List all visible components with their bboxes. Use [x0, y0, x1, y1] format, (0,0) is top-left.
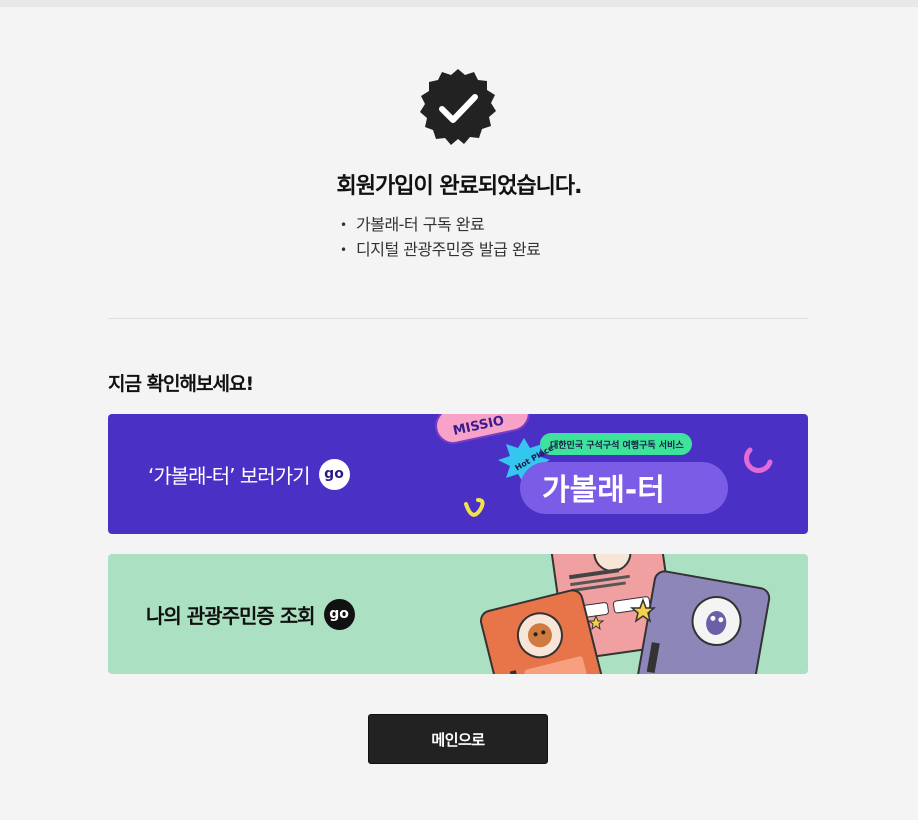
verified-check-icon: [420, 69, 496, 145]
section-title: 지금 확인해보세요!: [108, 373, 254, 395]
page-title: 회원가입이 완료되었습니다.: [336, 174, 583, 199]
completion-item: 디지털 관광주민증 발급 완료: [340, 237, 541, 262]
signup-complete-page: 회원가입이 완료되었습니다. 가볼래-터 구독 완료 디지털 관광주민증 발급 …: [0, 0, 918, 820]
completion-item: 가볼래-터 구독 완료: [340, 212, 540, 237]
banner-label: 나의 관광주민증 조회: [146, 603, 316, 628]
squiggle-decoration: [464, 498, 485, 517]
mission-sticker: MISSIO: [435, 414, 530, 444]
completion-list: 가볼래-터 구독 완료 디지털 관광주민증 발급 완료: [340, 212, 541, 262]
resident-card-link[interactable]: 나의 관광주민증 조회 go: [146, 554, 355, 674]
arc-decoration: [744, 447, 773, 473]
resident-card-banner[interactable]: 나의 관광주민증 조회 go: [108, 554, 808, 674]
go-icon: go: [318, 458, 350, 490]
svg-text:대한민국 구석구석 여행구독 서비스: 대한민국 구석구석 여행구독 서비스: [550, 439, 684, 451]
resident-cards-illustration: [479, 554, 771, 674]
main-button[interactable]: 메인으로: [368, 714, 548, 764]
top-border: [0, 0, 918, 7]
gabollaeter-banner[interactable]: ‘가볼래-터’ 보러가기 go MISSIO 대한민국 구석구석 여행구독 서비…: [108, 414, 808, 534]
banner-label: ‘가볼래-터’ 보러가기: [148, 463, 310, 488]
gabollaeter-link[interactable]: ‘가볼래-터’ 보러가기 go: [148, 414, 350, 534]
svg-text:가볼래-터: 가볼래-터: [542, 473, 665, 508]
divider: [108, 318, 808, 319]
gabollaeter-illustration: MISSIO 대한민국 구석구석 여행구독 서비스 Hot Place 가볼래-…: [435, 414, 773, 517]
go-icon: go: [323, 598, 355, 630]
